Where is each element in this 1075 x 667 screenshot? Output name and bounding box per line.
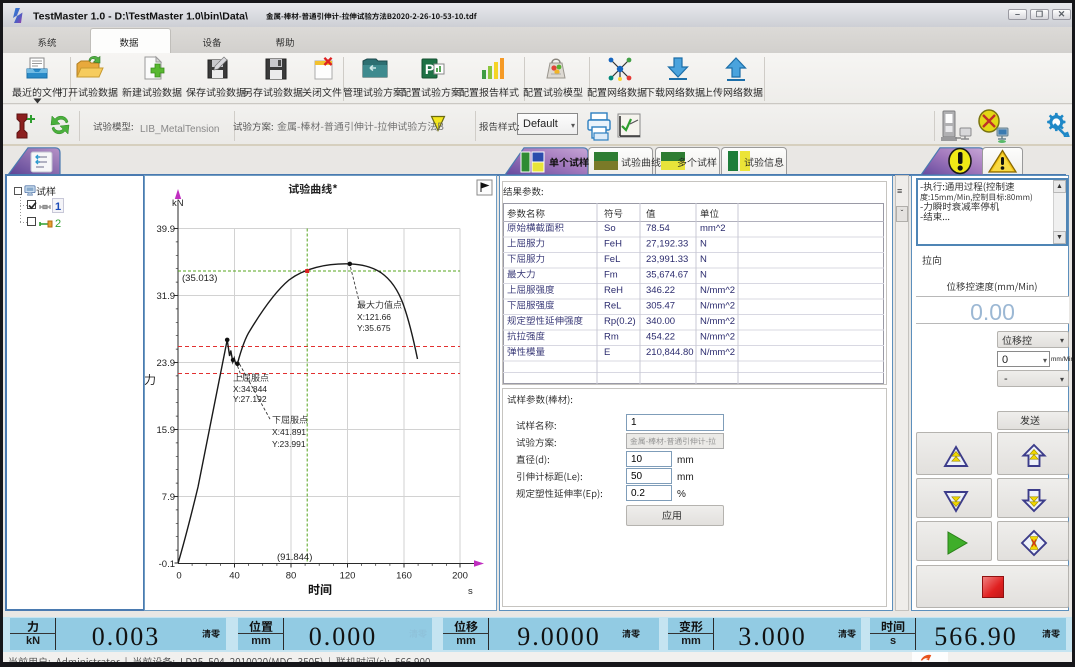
- svg-text:Rp(0.2): Rp(0.2): [604, 316, 636, 327]
- svg-text:78.54: 78.54: [646, 223, 670, 234]
- svg-text:FeH: FeH: [604, 239, 622, 250]
- svg-text:346.22: 346.22: [646, 285, 675, 296]
- svg-text:Rm: Rm: [604, 332, 619, 343]
- svg-text:ReH: ReH: [604, 285, 623, 296]
- svg-text:ReL: ReL: [604, 301, 621, 312]
- svg-text:35,674.67: 35,674.67: [646, 270, 688, 281]
- svg-text:N/mm^2: N/mm^2: [700, 316, 735, 327]
- svg-text:Fm: Fm: [604, 270, 618, 281]
- svg-text:N/mm^2: N/mm^2: [700, 347, 735, 358]
- svg-text:E: E: [604, 347, 610, 358]
- svg-text:27,192.33: 27,192.33: [646, 239, 688, 250]
- svg-text:N/mm^2: N/mm^2: [700, 285, 735, 296]
- svg-text:305.47: 305.47: [646, 301, 675, 312]
- svg-text:mm^2: mm^2: [700, 223, 726, 234]
- svg-text:TestMaster 1.0 - D:\TestMaster: TestMaster 1.0 - D:\TestMaster 1.0\bin\D…: [33, 11, 248, 23]
- svg-text:N/mm^2: N/mm^2: [700, 301, 735, 312]
- svg-text:So: So: [604, 223, 616, 234]
- svg-text:210,844.80: 210,844.80: [646, 347, 694, 358]
- svg-text:FeL: FeL: [604, 254, 620, 265]
- svg-text:N: N: [700, 270, 707, 281]
- svg-text:N: N: [700, 239, 707, 250]
- svg-text:N/mm^2: N/mm^2: [700, 332, 735, 343]
- svg-text:23,991.33: 23,991.33: [646, 254, 688, 265]
- svg-text:kN: kN: [172, 198, 184, 209]
- svg-text:N: N: [700, 254, 707, 265]
- svg-text:340.00: 340.00: [646, 316, 675, 327]
- svg-text:454.22: 454.22: [646, 332, 675, 343]
